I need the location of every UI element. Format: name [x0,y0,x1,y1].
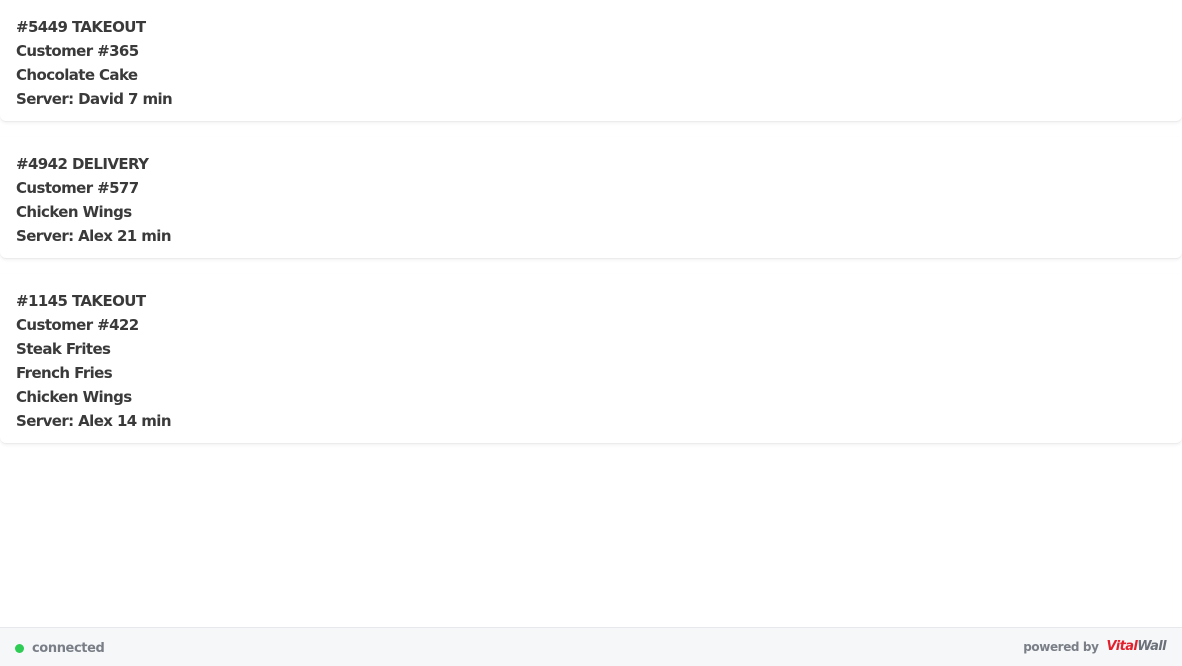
order-customer: Customer #577 [16,179,139,197]
order-card: #5449 TAKEOUT Customer #365 Chocolate Ca… [0,0,1182,121]
order-header: #4942 DELIVERY [16,155,149,173]
order-customer: Customer #365 [16,42,139,60]
brand-credit: powered by VitalWall [1023,639,1166,654]
order-header: #1145 TAKEOUT [16,292,146,310]
vitalwall-logo: VitalWall [1106,639,1167,654]
status-text: connected [32,640,105,656]
order-header: #5449 TAKEOUT [16,18,146,36]
logo-text-wall: Wall [1137,639,1166,654]
order-customer: Customer #422 [16,316,139,334]
order-item: Chocolate Cake [16,66,138,84]
order-server: Server: Alex 14 min [16,412,172,430]
status-dot-icon [15,643,24,653]
order-card: #4942 DELIVERY Customer #577 Chicken Win… [0,137,1182,258]
order-item: French Fries [16,364,113,382]
footer-bar: connected powered by VitalWall [0,627,1182,666]
order-item: Chicken Wings [16,203,132,221]
order-server: Server: David 7 min [16,90,173,108]
order-server: Server: Alex 21 min [16,227,172,245]
order-display-page: #5449 TAKEOUT Customer #365 Chocolate Ca… [0,0,1182,666]
order-item: Chicken Wings [16,388,132,406]
order-item: Steak Frites [16,340,111,358]
powered-by-label: powered by [1023,639,1099,654]
order-card: #1145 TAKEOUT Customer #422 Steak Frites… [0,274,1182,443]
connection-status: connected [15,640,105,656]
order-list: #5449 TAKEOUT Customer #365 Chocolate Ca… [0,0,1182,459]
logo-text-vital: Vital [1106,639,1138,654]
